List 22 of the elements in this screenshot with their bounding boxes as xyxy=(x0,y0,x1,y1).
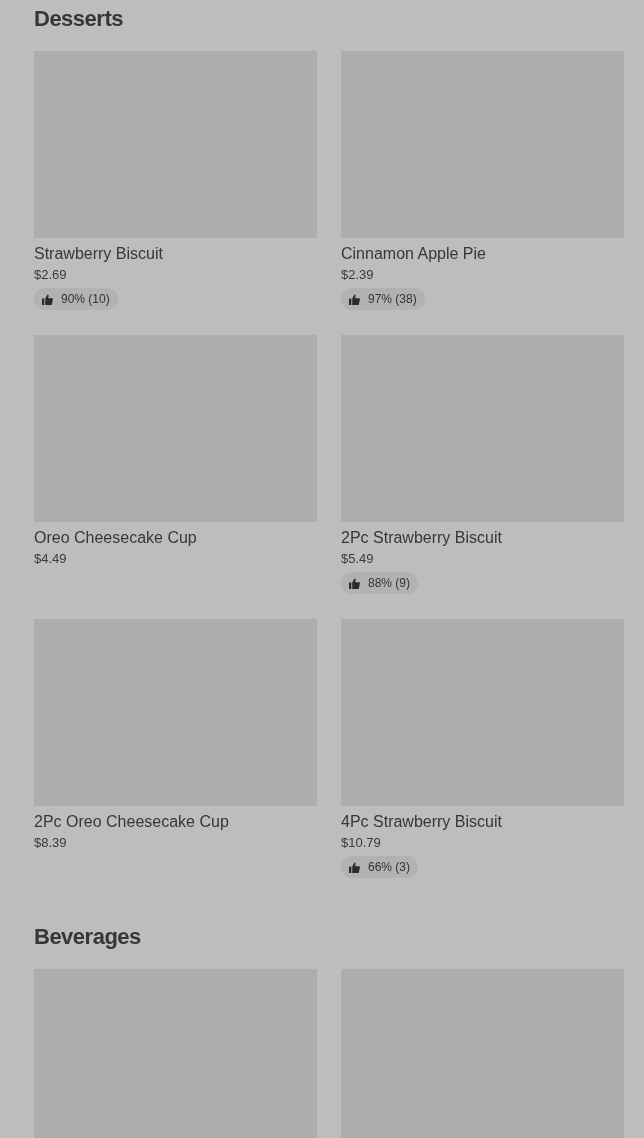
item-price: $2.69 xyxy=(34,266,67,284)
item-name[interactable]: 2Pc Strawberry Biscuit xyxy=(341,527,502,549)
item-name[interactable]: Oreo Cheesecake Cup xyxy=(34,527,197,549)
item-name[interactable]: 4Pc Strawberry Biscuit xyxy=(341,811,502,833)
thumbs-up-icon xyxy=(349,861,360,873)
item-name[interactable]: Strawberry Biscuit xyxy=(34,243,163,265)
thumbs-up-icon xyxy=(349,577,360,589)
rating-badge: 97% (38) xyxy=(341,288,425,310)
section-heading: Beverages xyxy=(34,923,142,951)
rating-badge: 66% (3) xyxy=(341,856,419,878)
item-price: $5.49 xyxy=(341,550,374,568)
rating-badge: 90% (10) xyxy=(34,288,118,310)
item-price: $10.79 xyxy=(341,834,381,852)
item-price: $4.49 xyxy=(34,550,67,568)
item-name[interactable]: Cinnamon Apple Pie xyxy=(341,243,486,265)
section-heading: Desserts xyxy=(34,5,124,33)
item-price: $2.39 xyxy=(341,266,374,284)
item-price: $8.39 xyxy=(34,834,67,852)
thumbs-up-icon xyxy=(42,293,53,305)
rating-badge: 88% (9) xyxy=(341,572,419,594)
item-name[interactable]: 2Pc Oreo Cheesecake Cup xyxy=(34,811,229,833)
thumbs-up-icon xyxy=(349,293,360,305)
